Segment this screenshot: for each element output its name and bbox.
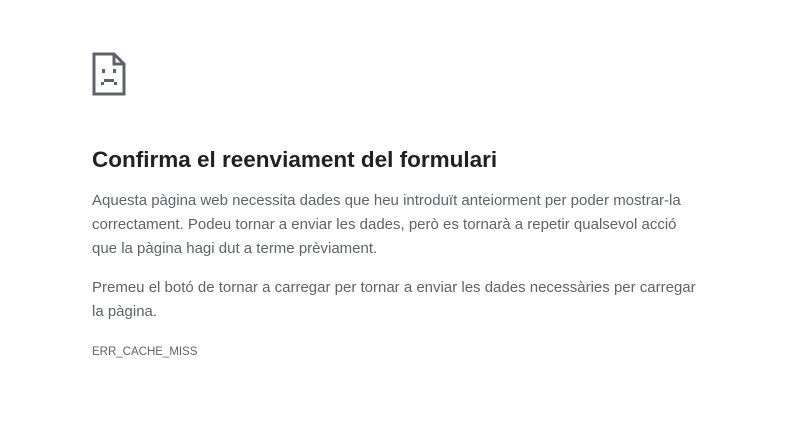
- error-description: Aquesta pàgina web necessita dades que h…: [92, 192, 681, 257]
- sad-page-icon: [92, 52, 126, 96]
- page-title: Confirma el reenviament del formulari: [92, 147, 498, 172]
- reload-instructions: Premeu el botó de tornar a carregar per …: [92, 279, 696, 320]
- error-page-content: Confirma el reenviament del formulari Aq…: [92, 52, 702, 360]
- error-code: ERR_CACHE_MISS: [92, 346, 198, 358]
